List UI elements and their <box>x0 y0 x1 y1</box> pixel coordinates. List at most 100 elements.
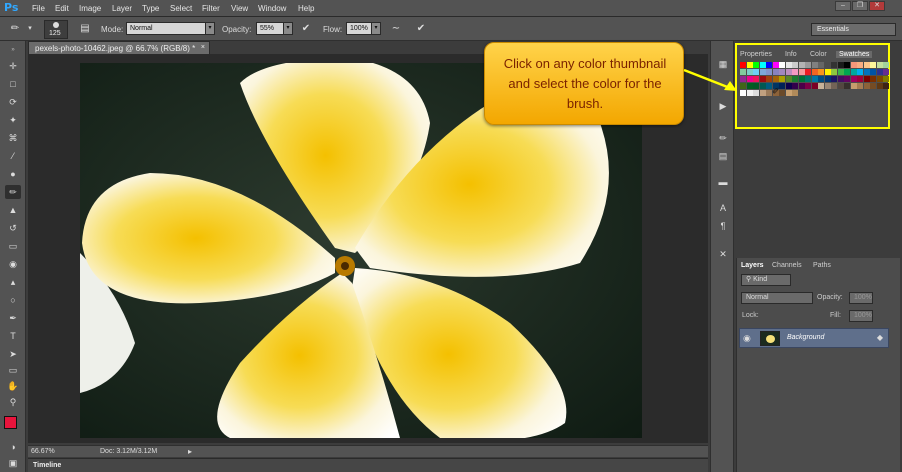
color-swatch[interactable] <box>850 62 857 68</box>
color-swatch[interactable] <box>831 62 837 68</box>
panel-collapse-icon[interactable]: » <box>5 43 21 57</box>
color-swatch[interactable] <box>740 76 746 82</box>
tab-channels[interactable]: Channels <box>772 262 802 269</box>
color-swatch[interactable] <box>876 62 883 68</box>
actions-panel-icon[interactable]: ▶ <box>715 99 731 113</box>
color-swatch[interactable] <box>870 83 876 89</box>
eyedropper-tool-icon[interactable]: ⁄ <box>5 149 21 163</box>
color-swatch[interactable] <box>798 62 805 68</box>
blend-mode-dropdown[interactable]: Normal <box>741 292 813 304</box>
history-brush-tool-icon[interactable]: ↺ <box>5 221 21 235</box>
color-swatch[interactable] <box>746 83 753 89</box>
airbrush-icon[interactable]: ∼ <box>389 22 403 35</box>
mode-dropdown-arrow-icon[interactable]: ▾ <box>205 22 215 35</box>
clone-source-panel-icon[interactable]: ▤ <box>715 149 731 163</box>
color-swatch[interactable] <box>876 69 883 75</box>
fill-field[interactable]: 100% <box>849 310 873 322</box>
color-swatch[interactable] <box>753 76 759 82</box>
color-swatch[interactable] <box>798 83 805 89</box>
color-swatch[interactable] <box>824 69 831 75</box>
color-swatch[interactable] <box>844 62 850 68</box>
color-swatch[interactable] <box>824 83 831 89</box>
layer-filter-dropdown[interactable]: ⚲ Kind <box>741 274 791 286</box>
pressure-size-icon[interactable]: ✔ <box>414 22 428 35</box>
color-swatch[interactable] <box>831 69 837 75</box>
color-swatch[interactable] <box>818 83 824 89</box>
menu-layer[interactable]: Layer <box>112 4 132 13</box>
color-swatch[interactable] <box>740 90 746 96</box>
type-tool-icon[interactable]: T <box>5 329 21 343</box>
color-swatch[interactable] <box>863 76 870 82</box>
color-swatch[interactable] <box>792 69 798 75</box>
color-swatch[interactable] <box>792 83 798 89</box>
color-swatch[interactable] <box>785 76 792 82</box>
color-swatch[interactable] <box>857 83 863 89</box>
lasso-tool-icon[interactable]: ⟳ <box>5 95 21 109</box>
timeline-bar[interactable]: Timeline <box>28 458 708 472</box>
opacity-field[interactable]: 55% <box>256 22 284 35</box>
color-swatch[interactable] <box>883 76 889 82</box>
color-swatch[interactable] <box>837 69 844 75</box>
color-swatch[interactable] <box>805 62 811 68</box>
tab-info[interactable]: Info <box>785 51 797 58</box>
status-menu-arrow-icon[interactable]: ▸ <box>188 447 192 456</box>
menu-filter[interactable]: Filter <box>202 4 220 13</box>
color-swatch[interactable] <box>753 62 759 68</box>
color-swatch[interactable] <box>759 69 766 75</box>
color-swatch[interactable] <box>824 62 831 68</box>
color-swatch[interactable] <box>870 76 876 82</box>
mode-dropdown[interactable]: Normal <box>126 22 206 35</box>
pen-tool-icon[interactable]: ✒ <box>5 311 21 325</box>
color-swatch[interactable] <box>792 90 798 96</box>
flow-field[interactable]: 100% <box>346 22 372 35</box>
paint-bucket-tool-icon[interactable]: ◉ <box>5 257 21 271</box>
color-swatch[interactable] <box>746 62 753 68</box>
clone-stamp-tool-icon[interactable]: ▲ <box>5 203 21 217</box>
color-swatch[interactable] <box>779 62 785 68</box>
dodge-tool-icon[interactable]: ○ <box>5 293 21 307</box>
color-swatch[interactable] <box>766 76 772 82</box>
color-swatch[interactable] <box>746 90 753 96</box>
color-swatch[interactable] <box>798 76 805 82</box>
color-swatch[interactable] <box>844 76 850 82</box>
color-swatch[interactable] <box>805 76 811 82</box>
color-swatch[interactable] <box>818 69 824 75</box>
color-swatch[interactable] <box>740 83 746 89</box>
path-selection-tool-icon[interactable]: ➤ <box>5 347 21 361</box>
color-swatch[interactable] <box>779 90 785 96</box>
color-swatch[interactable] <box>883 83 889 89</box>
zoom-level[interactable]: 66.67% <box>31 448 55 455</box>
color-swatch[interactable] <box>883 69 889 75</box>
brush-tool-icon[interactable]: ✏ <box>5 185 21 199</box>
color-swatch[interactable] <box>753 90 759 96</box>
foreground-color-swatch[interactable] <box>4 416 17 429</box>
healing-brush-tool-icon[interactable]: ● <box>5 167 21 181</box>
paragraph-panel-icon[interactable]: ¶ <box>715 219 731 233</box>
marquee-tool-icon[interactable]: □ <box>5 77 21 91</box>
color-swatch[interactable] <box>746 69 753 75</box>
color-swatch[interactable] <box>811 62 818 68</box>
brush-size-picker[interactable]: 125 <box>44 20 68 39</box>
close-tab-icon[interactable]: × <box>201 44 205 51</box>
color-swatch[interactable] <box>740 69 746 75</box>
color-swatch[interactable] <box>870 62 876 68</box>
flow-dropdown-arrow-icon[interactable]: ▾ <box>371 22 381 35</box>
eraser-tool-icon[interactable]: ▭ <box>5 239 21 253</box>
color-swatch[interactable] <box>785 90 792 96</box>
pressure-opacity-icon[interactable]: ✔ <box>299 22 313 35</box>
color-swatch[interactable] <box>818 76 824 82</box>
brush-panel-icon[interactable]: ▤ <box>78 22 92 35</box>
color-swatch[interactable] <box>785 69 792 75</box>
color-swatch[interactable] <box>779 83 785 89</box>
color-swatch[interactable] <box>753 69 759 75</box>
color-swatch[interactable] <box>759 62 766 68</box>
color-swatch[interactable] <box>863 83 870 89</box>
restore-icon[interactable]: ❐ <box>852 1 868 11</box>
color-swatch[interactable] <box>785 83 792 89</box>
color-swatch[interactable] <box>857 69 863 75</box>
menu-help[interactable]: Help <box>298 4 314 13</box>
color-swatch[interactable] <box>883 62 889 68</box>
menu-edit[interactable]: Edit <box>55 4 69 13</box>
opacity-dropdown-arrow-icon[interactable]: ▾ <box>283 22 293 35</box>
color-swatch[interactable] <box>785 62 792 68</box>
